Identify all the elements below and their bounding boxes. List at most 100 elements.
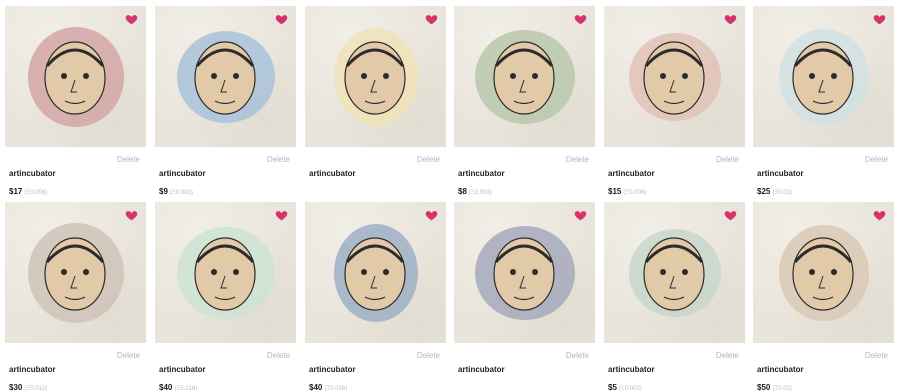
price-usd: $5 [608, 383, 617, 391]
portrait-face-icon [44, 237, 106, 311]
price-row [458, 377, 460, 391]
price-row: $9 (Ξ0.003) [159, 181, 193, 199]
portrait-face-icon [194, 41, 256, 115]
nft-artwork[interactable] [155, 6, 296, 147]
creator-name[interactable]: artincubator [309, 365, 356, 374]
price-eth: (Ξ0.003) [468, 190, 492, 196]
delete-button[interactable]: Delete [865, 155, 888, 164]
portrait-face-icon [643, 237, 705, 311]
price-row: $40 (Ξ0.016) [309, 377, 347, 391]
favorite-heart-icon[interactable] [125, 209, 138, 222]
favorite-heart-icon[interactable] [125, 13, 138, 26]
price-eth: (Ξ0.01) [772, 190, 792, 196]
price-eth: (Ξ0.003) [169, 190, 193, 196]
favorite-heart-icon[interactable] [724, 209, 737, 222]
delete-button[interactable]: Delete [566, 351, 589, 360]
creator-name[interactable]: artincubator [458, 365, 505, 374]
nft-card[interactable]: Delete artincubator $25 (Ξ0.01) [753, 6, 894, 196]
favorite-heart-icon[interactable] [873, 209, 886, 222]
creator-name[interactable]: artincubator [608, 169, 655, 178]
portrait-face-icon [344, 237, 406, 311]
delete-button[interactable]: Delete [865, 351, 888, 360]
price-eth: (Ξ0.002) [618, 386, 642, 391]
price-eth: (Ξ0.02) [772, 386, 792, 391]
price-usd: $17 [9, 187, 23, 196]
delete-button[interactable]: Delete [716, 155, 739, 164]
delete-button[interactable]: Delete [117, 351, 140, 360]
nft-artwork[interactable] [604, 6, 745, 147]
nft-card[interactable]: Delete artincubator [305, 6, 446, 178]
price-usd: $50 [757, 383, 771, 391]
portrait-face-icon [792, 41, 854, 115]
creator-name[interactable]: artincubator [159, 365, 206, 374]
portrait-face-icon [344, 41, 406, 115]
price-usd: $9 [159, 187, 168, 196]
delete-button[interactable]: Delete [267, 155, 290, 164]
price-usd: $15 [608, 187, 622, 196]
favorite-heart-icon[interactable] [425, 209, 438, 222]
nft-artwork[interactable] [5, 202, 146, 343]
price-usd: $8 [458, 187, 467, 196]
nft-artwork[interactable] [305, 202, 446, 343]
favorite-heart-icon[interactable] [425, 13, 438, 26]
price-row: $30 (Ξ0.012) [9, 377, 47, 391]
nft-card[interactable]: Delete artincubator $30 (Ξ0.012) [5, 202, 146, 391]
delete-button[interactable]: Delete [417, 155, 440, 164]
portrait-face-icon [792, 237, 854, 311]
nft-card[interactable]: Delete artincubator $9 (Ξ0.003) [155, 6, 296, 196]
nft-artwork[interactable] [155, 202, 296, 343]
nft-card[interactable]: Delete artincubator [454, 202, 595, 374]
creator-name[interactable]: artincubator [608, 365, 655, 374]
price-row: $50 (Ξ0.02) [757, 377, 792, 391]
creator-name[interactable]: artincubator [757, 365, 804, 374]
creator-name[interactable]: artincubator [159, 169, 206, 178]
portrait-face-icon [493, 41, 555, 115]
favorite-heart-icon[interactable] [574, 13, 587, 26]
delete-button[interactable]: Delete [566, 155, 589, 164]
favorite-heart-icon[interactable] [873, 13, 886, 26]
price-row: $15 (Ξ0.006) [608, 181, 646, 199]
nft-card[interactable]: Delete artincubator $40 (Ξ0.016) [155, 202, 296, 391]
creator-name[interactable]: artincubator [9, 365, 56, 374]
favorite-heart-icon[interactable] [724, 13, 737, 26]
nft-card[interactable]: Delete artincubator $8 (Ξ0.003) [454, 6, 595, 196]
nft-artwork[interactable] [454, 202, 595, 343]
favorite-heart-icon[interactable] [574, 209, 587, 222]
nft-card[interactable]: Delete artincubator $50 (Ξ0.02) [753, 202, 894, 391]
creator-name[interactable]: artincubator [309, 169, 356, 178]
price-row: $25 (Ξ0.01) [757, 181, 792, 199]
delete-button[interactable]: Delete [267, 351, 290, 360]
price-row: $5 (Ξ0.002) [608, 377, 642, 391]
portrait-face-icon [493, 237, 555, 311]
delete-button[interactable]: Delete [417, 351, 440, 360]
favorite-heart-icon[interactable] [275, 209, 288, 222]
price-row [309, 181, 311, 199]
price-eth: (Ξ0.006) [24, 190, 48, 196]
nft-artwork[interactable] [305, 6, 446, 147]
price-usd: $40 [159, 383, 173, 391]
nft-card[interactable]: Delete artincubator $17 (Ξ0.006) [5, 6, 146, 196]
nft-artwork[interactable] [753, 6, 894, 147]
delete-button[interactable]: Delete [117, 155, 140, 164]
price-eth: (Ξ0.016) [324, 386, 348, 391]
nft-artwork[interactable] [604, 202, 745, 343]
favorite-heart-icon[interactable] [275, 13, 288, 26]
nft-card[interactable]: Delete artincubator $15 (Ξ0.006) [604, 6, 745, 196]
portrait-face-icon [643, 41, 705, 115]
price-eth: (Ξ0.006) [623, 190, 647, 196]
price-row: $8 (Ξ0.003) [458, 181, 492, 199]
nft-card[interactable]: Delete artincubator $40 (Ξ0.016) [305, 202, 446, 391]
price-row: $17 (Ξ0.006) [9, 181, 47, 199]
portrait-face-icon [44, 41, 106, 115]
price-row: $40 (Ξ0.016) [159, 377, 197, 391]
nft-artwork[interactable] [753, 202, 894, 343]
price-usd: $25 [757, 187, 771, 196]
delete-button[interactable]: Delete [716, 351, 739, 360]
nft-artwork[interactable] [5, 6, 146, 147]
price-eth: (Ξ0.012) [24, 386, 48, 391]
creator-name[interactable]: artincubator [458, 169, 505, 178]
creator-name[interactable]: artincubator [757, 169, 804, 178]
nft-card[interactable]: Delete artincubator $5 (Ξ0.002) [604, 202, 745, 391]
creator-name[interactable]: artincubator [9, 169, 56, 178]
nft-artwork[interactable] [454, 6, 595, 147]
